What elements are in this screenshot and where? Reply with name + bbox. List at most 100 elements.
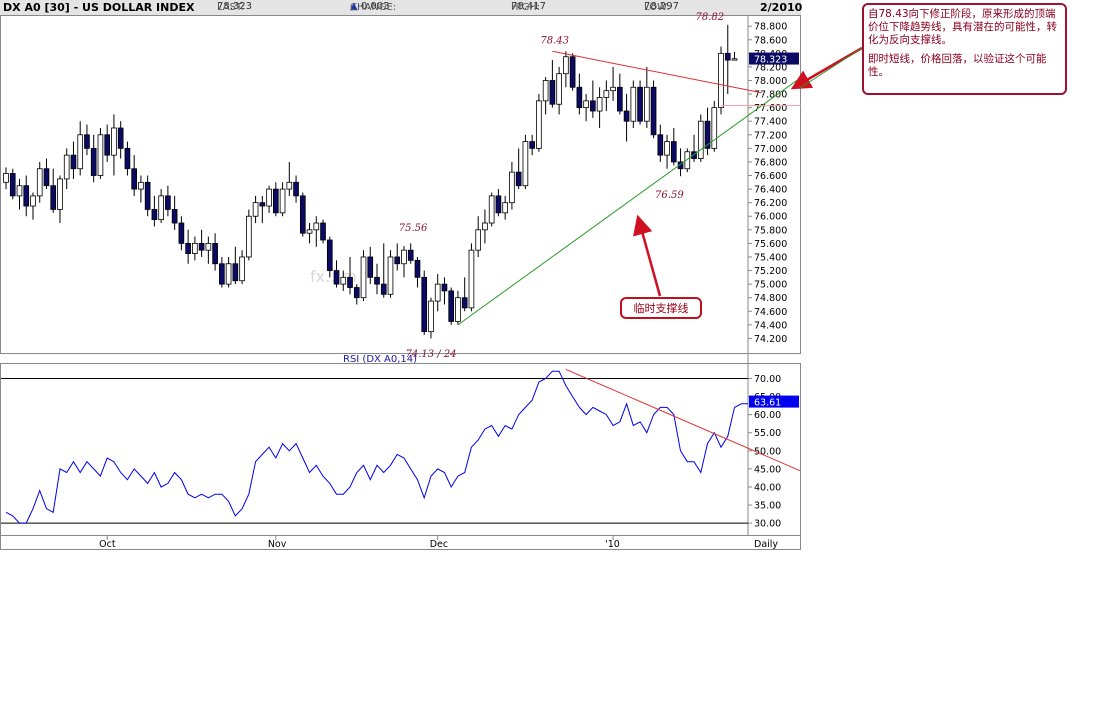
candle-body — [556, 73, 562, 105]
candle-body — [603, 90, 610, 98]
price-annotation: 76.59 — [655, 190, 684, 201]
candle-body — [306, 229, 313, 234]
callout-text-1: 自78.43向下修正阶段，原来形成的顶端价位下降趋势线，具有潜在的可能性，转化为… — [868, 8, 1057, 46]
rsi-tick-label: 35.00 — [754, 501, 781, 512]
price-tick-label: 77.600 — [754, 103, 787, 114]
price-tick-label: 78.800 — [754, 22, 787, 33]
price-annotation: 75.56 — [399, 223, 428, 234]
candle-body — [448, 290, 455, 322]
chart-svg: 78.80078.60078.40078.20078.00077.80077.6… — [0, 12, 801, 550]
candle-body — [326, 239, 333, 271]
candle-body — [131, 168, 137, 190]
candle-body — [158, 195, 164, 221]
candle-body — [428, 300, 434, 333]
price-tick-label: 76.400 — [754, 185, 787, 196]
time-tick-label: Dec — [430, 539, 448, 550]
candle-body — [630, 86, 637, 122]
candle-body — [583, 100, 589, 109]
candle-body — [84, 134, 90, 149]
candle-body — [374, 276, 380, 285]
candle-body — [441, 283, 448, 292]
candle-body — [657, 134, 664, 156]
candle-body — [488, 195, 495, 224]
candle-body — [124, 147, 131, 170]
rsi-tick-label: 30.00 — [754, 519, 781, 530]
time-axis-frame — [0, 535, 801, 550]
price-tick-label: 76.000 — [754, 212, 787, 223]
candle-body — [36, 168, 43, 197]
candle-body — [138, 181, 144, 190]
candle-body — [111, 127, 117, 156]
candle-body — [266, 188, 272, 207]
candle-body — [711, 107, 718, 149]
candle-body — [239, 256, 245, 282]
candle-body — [313, 222, 320, 231]
candle-body — [57, 178, 63, 210]
candle-body — [515, 171, 522, 187]
candle-body — [165, 195, 171, 210]
candle-body — [731, 58, 738, 61]
candle-body — [542, 80, 549, 102]
support-extension-line — [799, 47, 863, 89]
candle-body — [286, 181, 293, 190]
candle-body — [401, 249, 407, 265]
candle-body — [536, 100, 542, 149]
candle-body — [407, 249, 414, 261]
price-tick-label: 77.000 — [754, 144, 787, 155]
candle-body — [97, 134, 104, 176]
price-tick-label: 75.800 — [754, 225, 787, 236]
candle-body — [192, 242, 198, 254]
candle-body — [70, 154, 77, 170]
candle-body — [9, 173, 16, 197]
rsi-tick-label: 55.00 — [754, 428, 781, 439]
candle-body — [461, 297, 468, 309]
candle-body — [590, 100, 596, 112]
candle-body — [43, 168, 50, 187]
candle-body — [198, 242, 205, 251]
rsi-tick-label: 60.00 — [754, 410, 781, 421]
candle-body — [320, 222, 326, 241]
price-tick-label: 74.200 — [754, 334, 787, 345]
candle-body — [569, 56, 576, 88]
callout-text-2: 即时短线，价格回落，以验证这个可能性。 — [868, 53, 1047, 78]
price-tick-label: 77.400 — [754, 117, 787, 128]
candle-body — [293, 181, 299, 197]
candle-body — [596, 97, 603, 112]
candle-body — [522, 141, 529, 187]
price-tick-label: 77.200 — [754, 130, 787, 141]
candle-body — [549, 80, 556, 105]
candle-body — [610, 86, 616, 92]
candle-body — [637, 86, 643, 122]
candle-body — [623, 110, 630, 122]
price-tick-label: 75.000 — [754, 280, 787, 291]
callout-arrow — [790, 46, 863, 90]
chart-area: DX A0 [30] - US DOLLAR INDEX LAST: 78.32… — [0, 0, 802, 550]
candle-body — [421, 276, 428, 333]
candle-body — [529, 141, 535, 149]
candle-body — [212, 242, 218, 265]
price-tick-label: 78.600 — [754, 35, 787, 46]
candle-body — [259, 202, 266, 207]
time-tick-label: Nov — [268, 539, 287, 550]
candle-body — [617, 86, 623, 112]
candle-body — [23, 185, 30, 207]
candle-body — [205, 242, 212, 251]
price-tick-label: 74.800 — [754, 293, 787, 304]
price-tick-label: 76.200 — [754, 198, 787, 209]
candle-body — [563, 56, 569, 75]
candle-body — [455, 297, 461, 322]
price-tick-label: 75.400 — [754, 252, 787, 263]
price-tick-label: 76.600 — [754, 171, 787, 182]
candle-body — [279, 188, 286, 214]
rsi-tick-label: 50.00 — [754, 446, 781, 457]
candle-body — [104, 134, 111, 156]
price-tick-label: 74.400 — [754, 320, 787, 331]
candle-body — [117, 127, 124, 149]
candle-body — [670, 141, 677, 163]
candle-body — [50, 185, 57, 210]
rsi-tick-label: 45.00 — [754, 464, 781, 475]
time-tick-label: '10 — [605, 539, 620, 550]
candle-body — [664, 141, 670, 156]
rsi-title: RSI (DX A0,14) — [343, 354, 417, 365]
candle-body — [225, 263, 232, 285]
